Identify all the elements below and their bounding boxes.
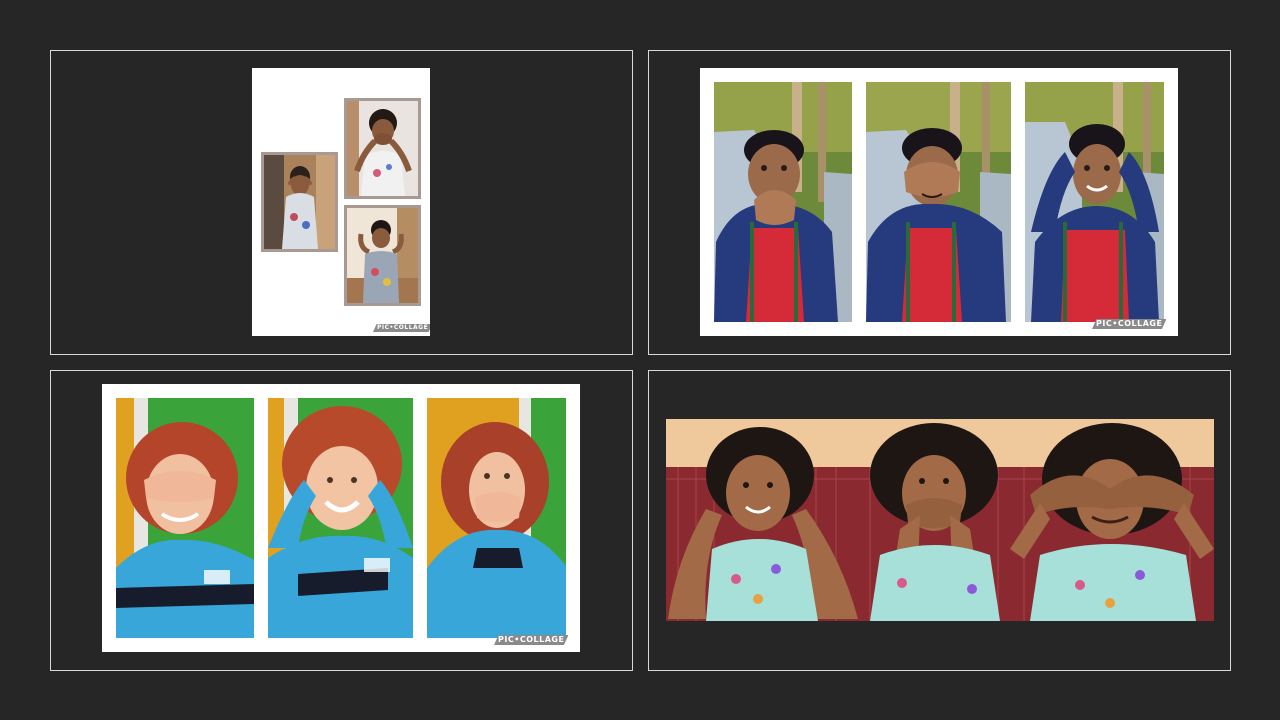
photo-covering-ears <box>268 398 413 638</box>
child-photo-icon <box>268 398 413 638</box>
collage-watermark: PIC•COLLAGE <box>1092 319 1167 329</box>
child-photo-icon <box>347 208 418 303</box>
collage-panel-4 <box>648 370 1231 671</box>
photo-covering-eyes <box>866 82 1011 322</box>
child-photo-icon <box>347 101 418 196</box>
child-photo-icon <box>714 82 852 322</box>
collage-card-1: PIC•COLLAGE <box>252 68 430 336</box>
photo-covering-ears <box>666 419 860 621</box>
photo-covering-eyes <box>116 398 254 638</box>
child-photo-icon <box>116 398 254 638</box>
collage-card-2: PIC•COLLAGE <box>700 68 1178 336</box>
child-photo-icon <box>1025 82 1164 322</box>
child-photo-icon <box>427 398 566 638</box>
collage-watermark: PIC•COLLAGE <box>494 635 569 645</box>
photo-covering-mouth <box>427 398 566 638</box>
collage-panel-1: PIC•COLLAGE <box>50 50 633 355</box>
photo-covering-mouth <box>860 419 1010 621</box>
photo-covering-ears <box>344 205 421 306</box>
child-photo-icon <box>264 155 335 249</box>
photo-covering-eyes <box>261 152 338 252</box>
photo-strip <box>666 419 1214 621</box>
collage-watermark: PIC•COLLAGE <box>373 324 430 332</box>
photo-covering-mouth <box>344 98 421 199</box>
photo-covering-eyes <box>1010 419 1214 621</box>
collage-card-3: PIC•COLLAGE <box>102 384 580 652</box>
child-photo-icon <box>860 419 1010 621</box>
photo-covering-mouth <box>714 82 852 322</box>
child-photo-icon <box>666 419 860 621</box>
photo-covering-ears <box>1025 82 1164 322</box>
collage-panel-2: PIC•COLLAGE <box>648 50 1231 355</box>
child-photo-icon <box>866 82 1011 322</box>
child-photo-icon <box>1010 419 1214 621</box>
collage-panel-3: PIC•COLLAGE <box>50 370 633 671</box>
